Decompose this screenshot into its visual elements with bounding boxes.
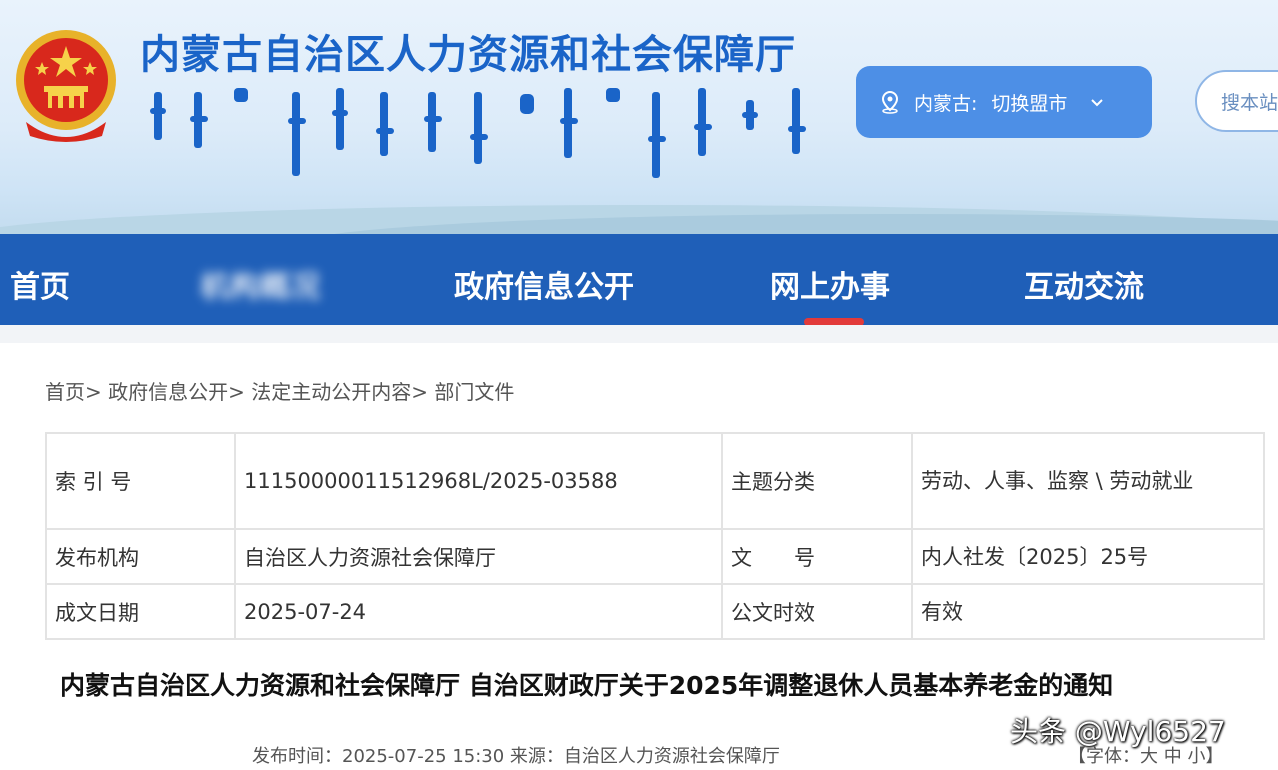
document-meta-table: 索 引 号 11150000011512968L/2025-03588 主题分类… [45,432,1265,640]
meta-key: 发布机构 [45,528,236,585]
chevron-down-icon [1091,99,1104,107]
main-nav: 首页 机构概况 政府信息公开 网上办事 互动交流 [0,234,1278,325]
meta-key: 索 引 号 [45,432,236,530]
section-divider [0,325,1278,343]
region-switch-label: 切换盟市 [991,92,1068,115]
site-header: 内蒙古自治区人力资源和社会保障厅 内蒙古: 切换盟市 搜本站 [0,0,1278,234]
meta-value: 2025-07-24 [234,583,723,640]
meta-value: 劳动、人事、监察 \ 劳动就业 [911,432,1265,530]
nav-item-online-service[interactable]: 网上办事 [770,262,890,306]
meta-key: 公文时效 [721,583,913,640]
site-title: 内蒙古自治区人力资源和社会保障厅 [140,32,796,78]
meta-key: 文 号 [721,528,913,585]
region-switch-button[interactable]: 内蒙古: 切换盟市 [856,66,1152,138]
publish-info: 发布时间：2025-07-25 15:30 来源：自治区人力资源社会保障厅 [252,746,780,767]
table-row: 成文日期 2025-07-24 公文时效 有效 [45,583,1265,640]
nav-item-gov-info[interactable]: 政府信息公开 [454,262,634,306]
nav-item-home[interactable]: 首页 [10,262,70,306]
breadcrumb[interactable]: 首页> 政府信息公开> 法定主动公开内容> 部门文件 [45,376,514,405]
document-title: 内蒙古自治区人力资源和社会保障厅 自治区财政厅关于2025年调整退休人员基本养老… [60,671,1114,700]
meta-key: 主题分类 [721,432,913,530]
nav-item-interaction[interactable]: 互动交流 [1024,262,1144,306]
region-label: 内蒙古: [914,92,978,115]
meta-value: 11150000011512968L/2025-03588 [234,432,723,530]
mongolian-script-logo [150,88,806,178]
watermark: 头条 @Wyl6527 [1010,715,1226,748]
table-row: 发布机构 自治区人力资源社会保障厅 文 号 内人社发〔2025〕25号 [45,528,1265,585]
meta-key: 成文日期 [45,583,236,640]
search-input[interactable]: 搜本站 [1195,70,1278,132]
meta-value: 有效 [911,583,1265,640]
meta-value: 内人社发〔2025〕25号 [911,528,1265,585]
location-icon [881,90,899,114]
table-row: 索 引 号 11150000011512968L/2025-03588 主题分类… [45,432,1265,530]
national-emblem-icon [16,30,116,142]
nav-item-blurred[interactable]: 机构概况 [200,262,320,306]
meta-value: 自治区人力资源社会保障厅 [234,528,723,585]
